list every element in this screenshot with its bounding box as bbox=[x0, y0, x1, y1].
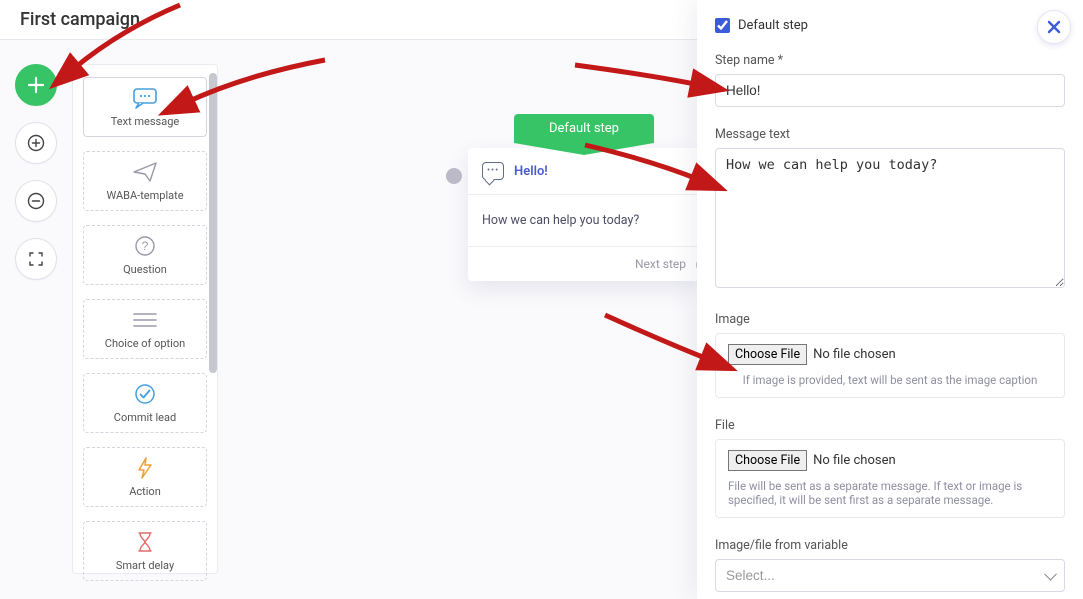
paper-plane-icon bbox=[132, 161, 158, 183]
round-button-column bbox=[0, 40, 72, 599]
palette-item-label: WABA-template bbox=[106, 189, 183, 202]
default-step-checkbox-text: Default step bbox=[738, 18, 808, 33]
lightning-icon bbox=[136, 457, 154, 479]
palette-item-smart-delay[interactable]: Smart delay bbox=[83, 521, 207, 581]
file-choose-file-button[interactable]: Choose File bbox=[728, 450, 807, 471]
image-section-label: Image bbox=[715, 312, 1065, 327]
close-panel-button[interactable] bbox=[1037, 10, 1071, 44]
step-card-message: How we can help you today? bbox=[468, 195, 700, 247]
close-icon bbox=[1045, 18, 1063, 36]
palette-item-commit-lead[interactable]: Commit lead bbox=[83, 373, 207, 433]
file-help-text: File will be sent as a separate message.… bbox=[728, 479, 1052, 507]
image-help-text: If image is provided, text will be sent … bbox=[728, 373, 1052, 387]
file-section-label: File bbox=[715, 418, 1065, 433]
image-choose-file-button[interactable]: Choose File bbox=[728, 344, 807, 365]
page-title: First campaign bbox=[20, 9, 140, 30]
port-in[interactable] bbox=[446, 168, 462, 184]
palette-item-label: Text message bbox=[111, 115, 179, 128]
chat-bubble-icon bbox=[132, 87, 158, 109]
palette-item-label: Question bbox=[123, 263, 167, 276]
step-name-input[interactable] bbox=[715, 74, 1065, 107]
step-settings-panel: Default step Step name * Message text Im… bbox=[697, 0, 1083, 599]
message-text-label: Message text bbox=[715, 127, 1065, 142]
step-palette: Text message WABA-template ? Question Ch… bbox=[72, 64, 218, 574]
message-text-input[interactable] bbox=[715, 148, 1065, 288]
message-icon: ••• bbox=[482, 162, 504, 180]
palette-item-waba-template[interactable]: WABA-template bbox=[83, 151, 207, 211]
svg-text:?: ? bbox=[142, 239, 149, 253]
step-name-label: Step name * bbox=[715, 53, 1065, 68]
default-step-tag: Default step bbox=[514, 114, 654, 143]
image-file-status: No file chosen bbox=[813, 347, 896, 362]
question-icon: ? bbox=[134, 235, 156, 257]
file-upload-box: Choose File No file chosen File will be … bbox=[715, 439, 1065, 518]
default-step-checkbox[interactable] bbox=[715, 18, 730, 33]
check-circle-icon bbox=[134, 383, 156, 405]
palette-item-label: Action bbox=[129, 485, 161, 498]
step-card-footer: Next step bbox=[468, 247, 700, 281]
zoom-out-button[interactable] bbox=[15, 180, 57, 222]
palette-item-label: Commit lead bbox=[114, 411, 176, 424]
step-card-title: Hello! bbox=[514, 164, 548, 179]
step-card-header: ••• Hello! bbox=[468, 148, 700, 195]
fit-screen-button[interactable] bbox=[15, 238, 57, 280]
hourglass-icon bbox=[136, 531, 154, 553]
image-upload-box: Choose File No file chosen If image is p… bbox=[715, 333, 1065, 398]
palette-item-text-message[interactable]: Text message bbox=[83, 77, 207, 137]
palette-item-choice[interactable]: Choice of option bbox=[83, 299, 207, 359]
step-card[interactable]: Default step ••• Hello! How we can help … bbox=[468, 148, 700, 281]
file-file-status: No file chosen bbox=[813, 453, 896, 468]
next-step-label: Next step bbox=[635, 257, 686, 271]
palette-item-label: Smart delay bbox=[116, 559, 174, 572]
palette-item-action[interactable]: Action bbox=[83, 447, 207, 507]
palette-item-label: Choice of option bbox=[105, 337, 185, 350]
plus-outline-icon bbox=[26, 133, 46, 153]
fullscreen-icon bbox=[27, 250, 45, 268]
minus-outline-icon bbox=[26, 191, 46, 211]
palette-item-question[interactable]: ? Question bbox=[83, 225, 207, 285]
plus-icon bbox=[26, 75, 46, 95]
add-step-button[interactable] bbox=[15, 64, 57, 106]
variable-section-label: Image/file from variable bbox=[715, 538, 1065, 553]
list-icon bbox=[132, 309, 158, 331]
zoom-in-button[interactable] bbox=[15, 122, 57, 164]
default-step-checkbox-label[interactable]: Default step bbox=[715, 14, 1065, 33]
variable-select[interactable]: Select... bbox=[715, 559, 1065, 592]
